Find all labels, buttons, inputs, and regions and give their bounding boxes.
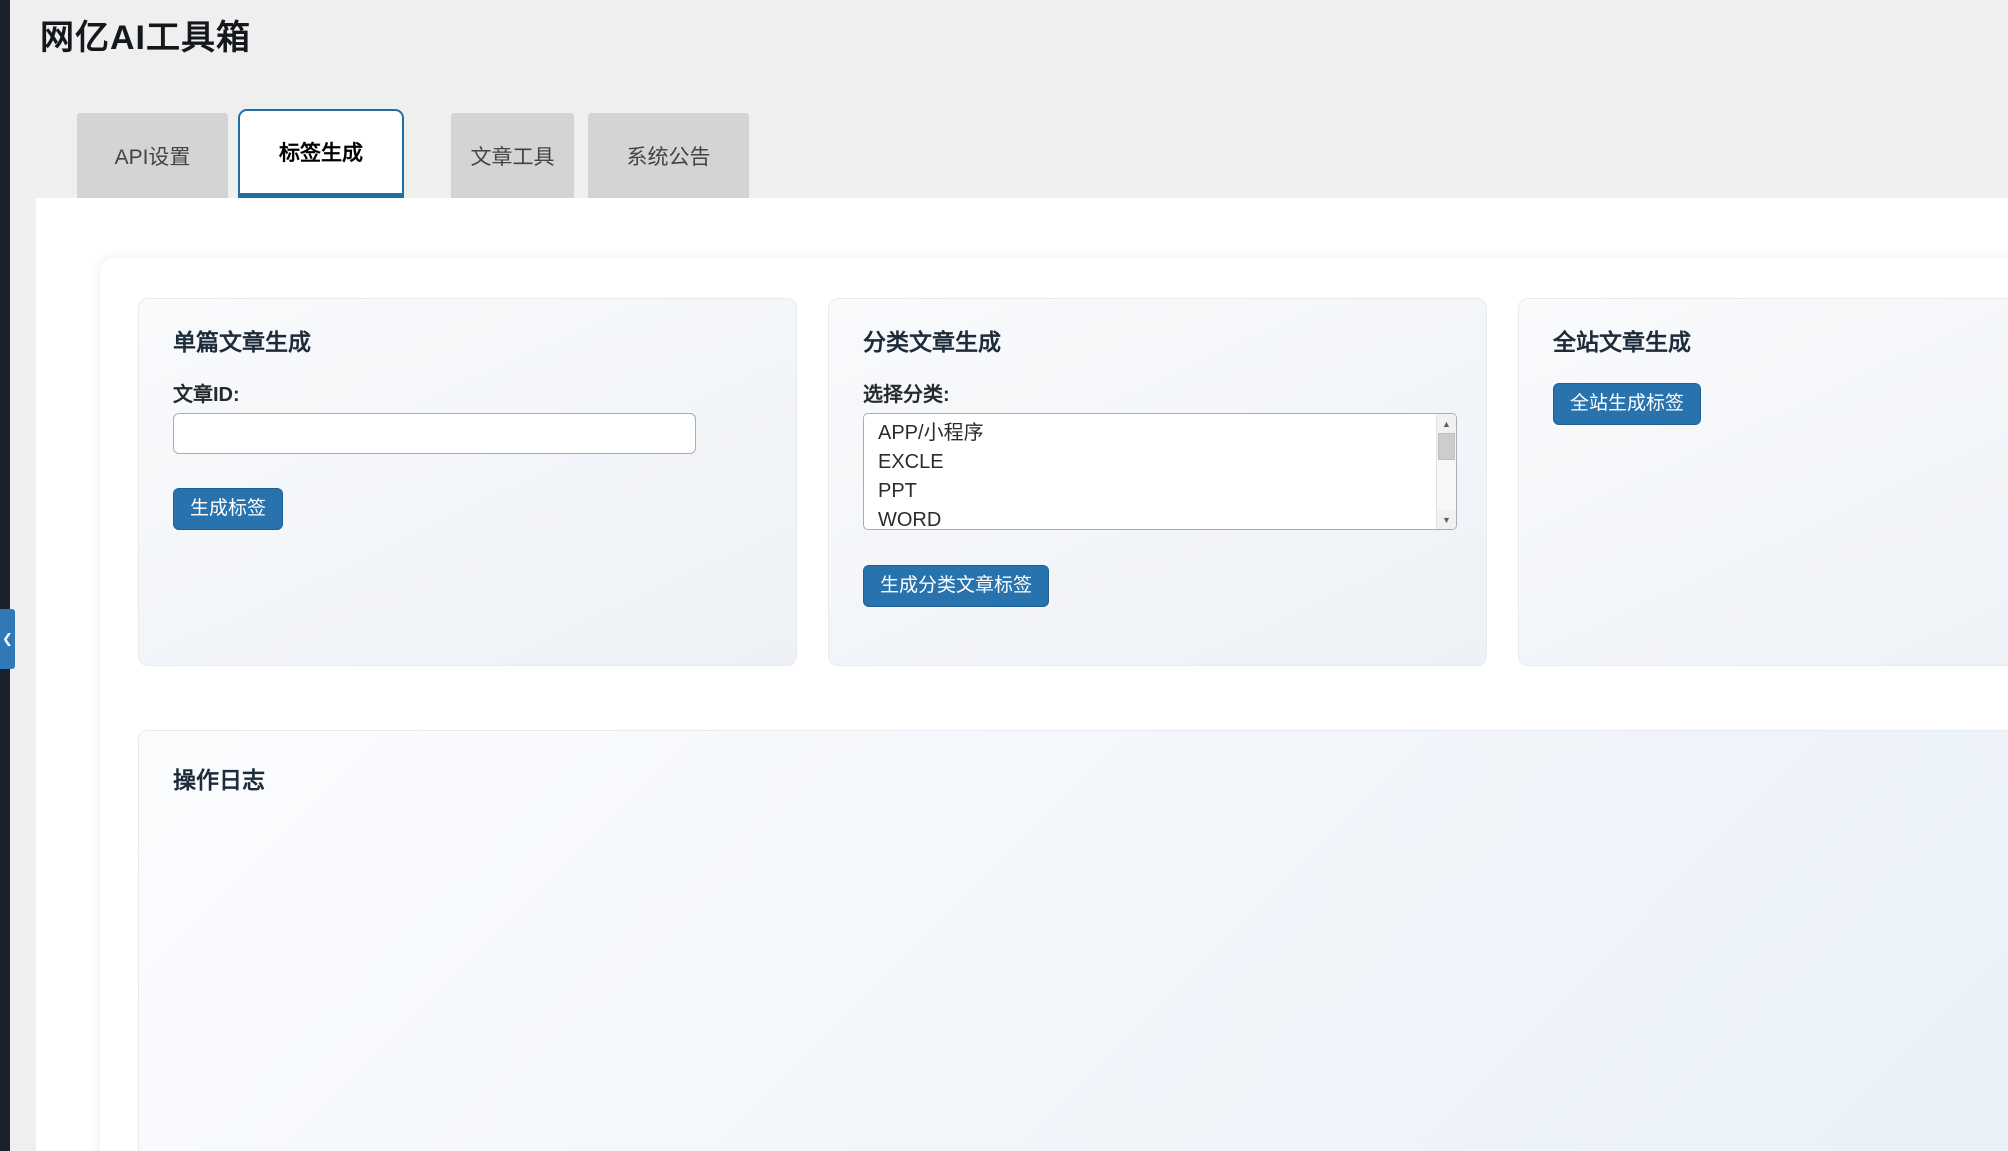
single-article-card: 单篇文章生成 文章ID: 生成标签 <box>138 298 797 666</box>
select-category-label: 选择分类: <box>863 383 1452 407</box>
scroll-down-button[interactable]: ▼ <box>1437 510 1456 529</box>
operation-log-card: 操作日志 <box>138 730 2008 1151</box>
page-title: 网亿AI工具箱 <box>40 10 251 59</box>
category-listbox[interactable]: APP/小程序 EXCLE PPT WORD ▲ ▼ <box>863 413 1457 530</box>
article-id-label: 文章ID: <box>173 383 762 407</box>
tab-content-area: 单篇文章生成 文章ID: 生成标签 分类文章生成 选择分类: APP/小程序 E… <box>36 198 2008 1151</box>
left-edge-bar <box>0 0 10 1151</box>
category-option[interactable]: PPT <box>878 477 1435 506</box>
article-id-input[interactable] <box>173 413 696 454</box>
category-options: APP/小程序 EXCLE PPT WORD <box>864 414 1435 529</box>
scroll-up-button[interactable]: ▲ <box>1437 414 1456 433</box>
operation-log-title: 操作日志 <box>173 761 2008 795</box>
tab-bar: API设置 标签生成 文章工具 系统公告 <box>77 109 749 198</box>
site-article-card-title: 全站文章生成 <box>1553 329 2008 355</box>
generate-site-tags-button[interactable]: 全站生成标签 <box>1553 383 1701 425</box>
arrow-up-icon: ▲ <box>1442 419 1451 429</box>
listbox-scrollbar[interactable]: ▲ ▼ <box>1436 414 1456 529</box>
scrollbar-thumb[interactable] <box>1438 433 1455 460</box>
generator-cards-row: 单篇文章生成 文章ID: 生成标签 分类文章生成 选择分类: APP/小程序 E… <box>138 298 2008 666</box>
tab-tag-generation[interactable]: 标签生成 <box>238 109 404 198</box>
chevron-left-icon: ❮ <box>2 631 13 647</box>
category-article-card-title: 分类文章生成 <box>863 329 1452 355</box>
category-option[interactable]: APP/小程序 <box>878 419 1435 448</box>
category-option[interactable]: WORD <box>878 506 1435 530</box>
tab-article-tools[interactable]: 文章工具 <box>451 113 574 198</box>
tab-api-settings[interactable]: API设置 <box>77 113 228 198</box>
generate-tags-button[interactable]: 生成标签 <box>173 488 283 530</box>
arrow-down-icon: ▼ <box>1442 515 1451 525</box>
category-option[interactable]: EXCLE <box>878 448 1435 477</box>
single-article-card-title: 单篇文章生成 <box>173 329 762 355</box>
category-article-card: 分类文章生成 选择分类: APP/小程序 EXCLE PPT WORD ▲ <box>828 298 1487 666</box>
sidebar-collapse-handle[interactable]: ❮ <box>0 609 15 669</box>
main-panel: 单篇文章生成 文章ID: 生成标签 分类文章生成 选择分类: APP/小程序 E… <box>100 258 2008 1151</box>
generate-category-tags-button[interactable]: 生成分类文章标签 <box>863 565 1049 607</box>
site-article-card: 全站文章生成 全站生成标签 <box>1518 298 2008 666</box>
tab-system-announcements[interactable]: 系统公告 <box>588 113 749 198</box>
